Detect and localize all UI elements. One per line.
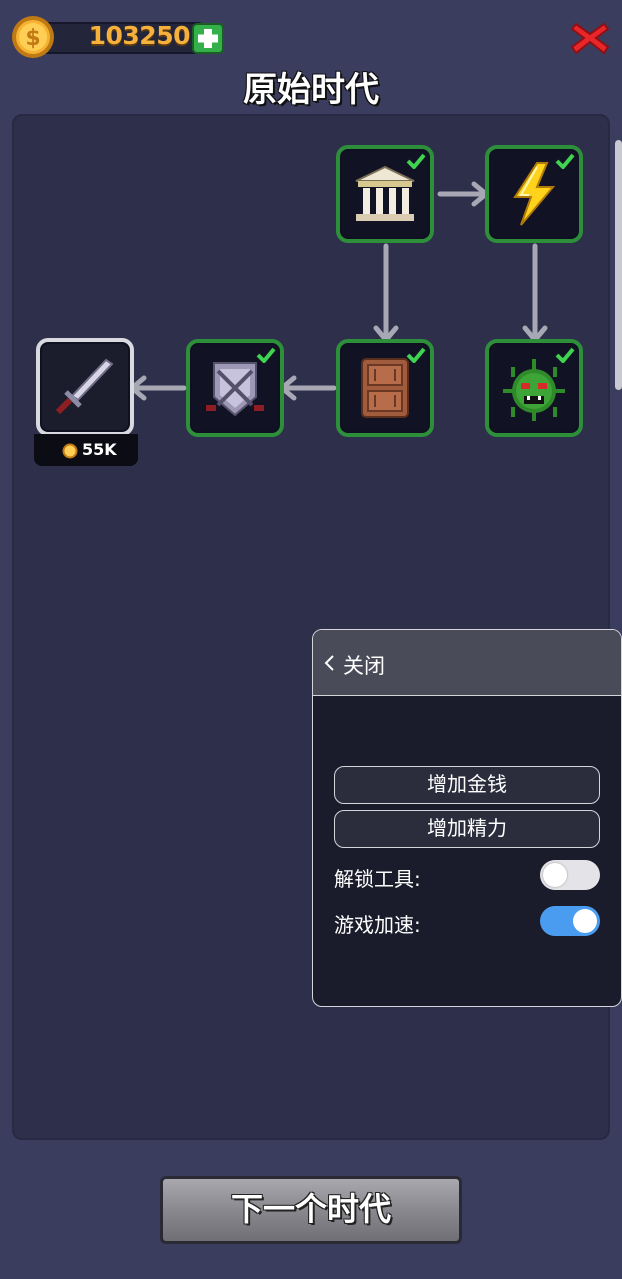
currency-bar: $ 103250 (10, 14, 224, 62)
tech-node-shield[interactable] (186, 339, 284, 437)
check-icon (406, 347, 426, 363)
wooden-armor-icon (361, 358, 409, 418)
add-money-button[interactable]: 增加金钱 (334, 766, 600, 804)
mod-menu-header[interactable]: 关闭 (313, 630, 621, 696)
gold-coin-icon: $ (12, 16, 54, 58)
game-speed-toggle[interactable] (540, 906, 600, 936)
check-icon (555, 347, 575, 363)
lightning-icon (513, 162, 556, 226)
close-icon[interactable] (570, 20, 610, 56)
tech-node-sword[interactable] (36, 338, 134, 436)
check-icon (406, 153, 426, 169)
game-speed-label: 游戏加速: (334, 913, 421, 937)
next-era-button[interactable]: 下一个时代 (160, 1176, 462, 1244)
chevron-left-icon (324, 655, 334, 671)
toggle-knob (573, 909, 597, 933)
virus-monster-icon (503, 359, 565, 421)
tech-node-virus[interactable] (485, 339, 583, 437)
currency-amount: 103250 (88, 21, 191, 50)
check-icon (555, 153, 575, 169)
add-energy-button[interactable]: 增加精力 (334, 810, 600, 848)
mod-menu-panel: 关闭 增加金钱 增加精力 解锁工具: 游戏加速: (312, 629, 622, 1007)
sword-price: 55K (82, 440, 117, 459)
price-tag: 55K (34, 434, 138, 466)
check-icon (256, 347, 276, 363)
page-title: 原始时代 (243, 70, 379, 110)
crossed-swords-shield-icon (206, 362, 264, 417)
unlock-tools-toggle[interactable] (540, 860, 600, 890)
plus-icon (198, 29, 218, 48)
gold-coin-icon (62, 443, 78, 459)
tech-node-temple[interactable] (336, 145, 434, 243)
sword-icon (55, 358, 114, 415)
temple-icon (355, 165, 415, 221)
svg-text:$: $ (25, 26, 40, 51)
tech-node-lightning[interactable] (485, 145, 583, 243)
add-currency-button[interactable] (192, 23, 224, 54)
unlock-tools-label: 解锁工具: (334, 867, 421, 891)
toggle-knob (543, 863, 567, 887)
tech-node-wooden-armor[interactable] (336, 339, 434, 437)
scrollbar[interactable] (615, 140, 622, 390)
mod-menu-close-label[interactable]: 关闭 (343, 650, 385, 680)
